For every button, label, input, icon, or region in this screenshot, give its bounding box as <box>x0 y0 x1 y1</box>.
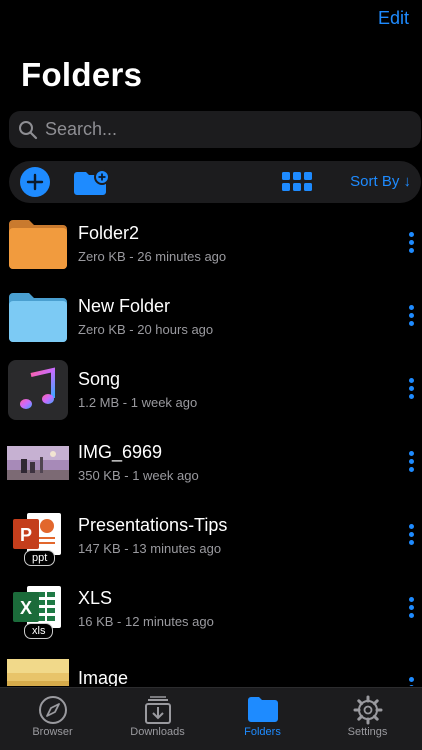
list-item[interactable]: IMG_6969 350 KB - 1 week ago <box>0 427 422 500</box>
compass-icon <box>38 696 67 724</box>
list-item[interactable]: P ppt Presentations-Tips 147 KB - 13 min… <box>0 500 422 573</box>
more-options-icon[interactable] <box>409 378 415 402</box>
more-options-icon[interactable] <box>409 305 415 329</box>
svg-text:X: X <box>20 598 32 618</box>
search-input[interactable]: Search... <box>45 119 117 140</box>
file-type-badge: ppt <box>24 550 56 566</box>
file-meta: Zero KB - 26 minutes ago <box>78 249 227 264</box>
new-folder-button[interactable] <box>73 169 111 202</box>
file-name: Song <box>78 369 121 389</box>
image-thumbnail <box>7 659 69 686</box>
more-options-icon[interactable] <box>409 597 415 621</box>
file-name: Image <box>78 668 129 686</box>
list-item[interactable]: Song 1.2 MB - 1 week ago <box>0 354 422 427</box>
sort-by-button[interactable]: Sort By ↓ <box>350 173 411 190</box>
photo-thumbnail <box>7 446 69 480</box>
edit-button[interactable]: Edit <box>378 8 409 29</box>
search-field[interactable]: Search... <box>9 111 421 148</box>
gear-icon <box>353 695 382 725</box>
file-meta: 1.2 MB - 1 week ago <box>78 395 198 410</box>
file-meta: 350 KB - 1 week ago <box>78 468 199 483</box>
list-item[interactable]: X xls XLS 16 KB - 12 minutes ago <box>0 573 422 646</box>
plus-icon <box>26 173 44 191</box>
list-item[interactable]: Image <box>0 646 422 686</box>
search-icon <box>19 120 38 139</box>
svg-text:P: P <box>20 525 32 545</box>
more-options-icon[interactable] <box>409 677 415 686</box>
file-name: Presentations-Tips <box>78 515 228 535</box>
file-type-badge: xls <box>24 623 54 639</box>
folder-icon <box>247 697 278 722</box>
file-name: Folder2 <box>78 223 140 243</box>
tab-settings[interactable]: Settings <box>315 688 420 750</box>
folder-add-icon <box>74 169 110 195</box>
tab-label: Settings <box>347 726 388 738</box>
more-options-icon[interactable] <box>409 451 415 475</box>
more-options-icon[interactable] <box>409 232 415 256</box>
tab-bar: Browser Downloads Folders Settings <box>0 687 422 750</box>
list-item[interactable]: New Folder Zero KB - 20 hours ago <box>0 281 422 354</box>
download-tray-icon <box>144 696 171 724</box>
folder-icon <box>9 293 67 342</box>
grid-icon <box>282 172 312 191</box>
list-item[interactable]: Folder2 Zero KB - 26 minutes ago <box>0 208 422 281</box>
page-title: Folders <box>21 56 143 93</box>
file-list: Folder2 Zero KB - 26 minutes ago New Fol… <box>0 208 422 686</box>
tab-label: Downloads <box>130 726 185 738</box>
music-note-icon <box>8 360 68 420</box>
file-meta: Zero KB - 20 hours ago <box>78 322 214 337</box>
file-name: XLS <box>78 588 113 608</box>
file-meta: 16 KB - 12 minutes ago <box>78 614 214 629</box>
more-options-icon[interactable] <box>409 524 415 548</box>
file-meta: 147 KB - 13 minutes ago <box>78 541 222 556</box>
tab-label: Browser <box>32 726 73 738</box>
file-name: IMG_6969 <box>78 442 163 462</box>
tab-folders[interactable]: Folders <box>210 688 315 750</box>
grid-view-button[interactable] <box>282 172 312 197</box>
add-button[interactable] <box>20 167 50 197</box>
tab-label: Folders <box>244 726 281 738</box>
folder-icon <box>9 220 67 269</box>
toolbar: Sort By ↓ <box>9 161 421 203</box>
tab-browser[interactable]: Browser <box>0 688 105 750</box>
file-name: New Folder <box>78 296 171 316</box>
tab-downloads[interactable]: Downloads <box>105 688 210 750</box>
